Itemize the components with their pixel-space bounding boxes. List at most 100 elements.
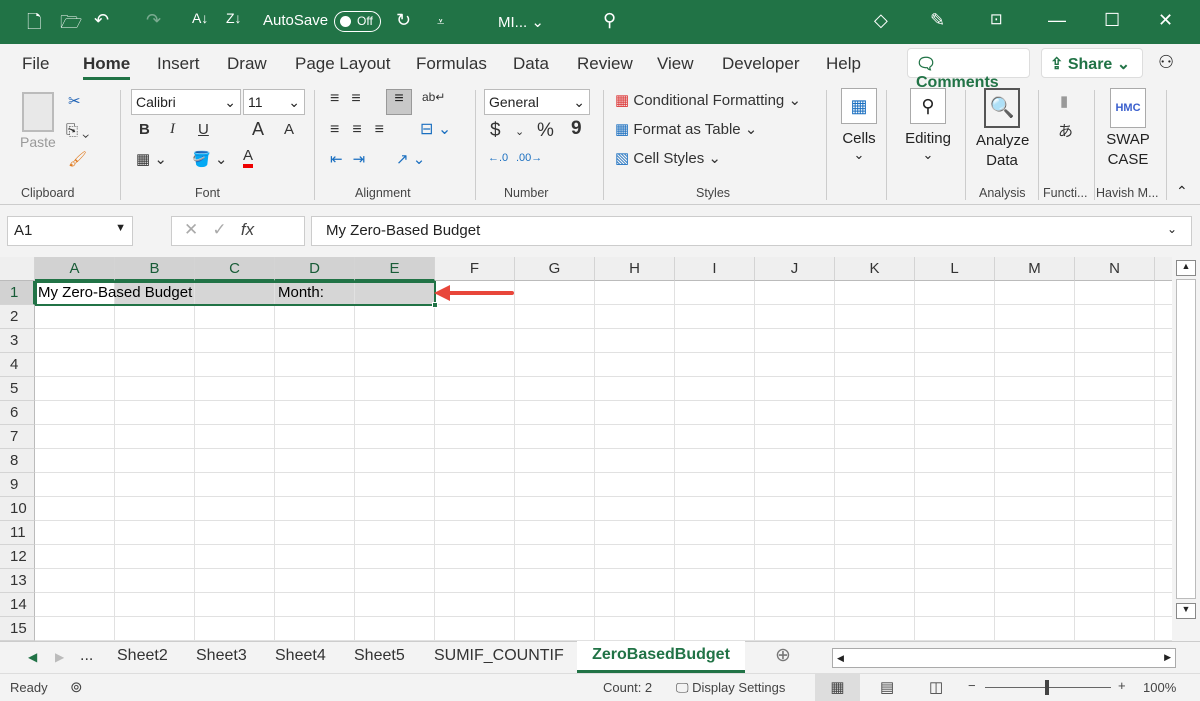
- editing-button[interactable]: ⚲ Editing ⌄: [903, 88, 953, 168]
- column-header-i[interactable]: I: [675, 257, 755, 281]
- close-icon[interactable]: ✕: [1158, 10, 1173, 31]
- zoom-out-button[interactable]: −: [968, 678, 976, 693]
- zoom-in-button[interactable]: +: [1118, 678, 1126, 693]
- column-header-h[interactable]: H: [595, 257, 675, 281]
- search-icon[interactable]: ⚲: [603, 10, 616, 31]
- tab-help[interactable]: Help: [826, 54, 861, 74]
- pen-icon[interactable]: ✎: [930, 10, 945, 31]
- grow-font-button[interactable]: A: [252, 119, 264, 140]
- new-file-icon[interactable]: 🗋: [27, 10, 41, 40]
- column-header-k[interactable]: K: [835, 257, 915, 281]
- file-name[interactable]: MI... ⌄: [498, 13, 544, 31]
- column-header-c[interactable]: C: [195, 257, 275, 281]
- format-as-table-button[interactable]: ▦ Format as Table ⌄: [615, 120, 757, 138]
- row-header-12[interactable]: 12: [0, 545, 35, 569]
- row-header-5[interactable]: 5: [0, 377, 35, 401]
- font-size-select[interactable]: 11 ⌄: [243, 89, 305, 115]
- zoom-slider-thumb[interactable]: [1045, 680, 1049, 695]
- column-header-m[interactable]: M: [995, 257, 1075, 281]
- sort-ascending-icon[interactable]: A↓: [192, 10, 208, 26]
- row-header-11[interactable]: 11: [0, 521, 35, 545]
- collapse-ribbon-icon[interactable]: ⌃: [1176, 183, 1188, 200]
- comma-button[interactable]: 9: [571, 118, 582, 140]
- row-header-8[interactable]: 8: [0, 449, 35, 473]
- row-header-7[interactable]: 7: [0, 425, 35, 449]
- horizontal-scrollbar[interactable]: ◀ ▶: [832, 648, 1176, 668]
- bold-button[interactable]: B: [139, 121, 150, 138]
- row-header-14[interactable]: 14: [0, 593, 35, 617]
- tab-formulas[interactable]: Formulas: [416, 54, 487, 74]
- tab-draw[interactable]: Draw: [227, 54, 267, 74]
- row-header-6[interactable]: 6: [0, 401, 35, 425]
- column-header-b[interactable]: B: [115, 257, 195, 281]
- column-header-d[interactable]: D: [275, 257, 355, 281]
- formula-input[interactable]: My Zero-Based Budget ⌄: [311, 216, 1192, 246]
- refresh-icon[interactable]: ↻: [396, 10, 411, 31]
- more-sheets-button[interactable]: ...: [80, 647, 93, 665]
- font-name-select[interactable]: Calibri ⌄: [131, 89, 241, 115]
- accessibility-icon[interactable]: ⊚: [70, 678, 83, 696]
- row-header-15[interactable]: 15: [0, 617, 35, 641]
- page-layout-view-icon[interactable]: ▤: [880, 678, 894, 696]
- paste-icon[interactable]: [22, 92, 54, 132]
- currency-button[interactable]: $: [490, 120, 501, 142]
- ribbon-display-icon[interactable]: ⊡: [990, 10, 1003, 28]
- font-color-button[interactable]: A: [243, 148, 254, 168]
- currency-dropdown-icon[interactable]: ⌄: [515, 125, 524, 138]
- analyze-data-button[interactable]: 🔍 Analyze Data: [972, 88, 1032, 171]
- sheet-tab-sheet3[interactable]: Sheet3: [196, 647, 247, 665]
- tab-review[interactable]: Review: [577, 54, 633, 74]
- select-all-button[interactable]: [0, 257, 35, 281]
- row-header-4[interactable]: 4: [0, 353, 35, 377]
- scroll-sheets-left-icon[interactable]: ◀: [28, 650, 37, 664]
- cells-button[interactable]: ▦ Cells ⌄: [838, 88, 880, 168]
- cell-d1[interactable]: Month:: [278, 284, 324, 301]
- column-header-j[interactable]: J: [755, 257, 835, 281]
- bottom-align-button[interactable]: ≡: [386, 89, 412, 115]
- column-header-g[interactable]: G: [515, 257, 595, 281]
- row-header-2[interactable]: 2: [0, 305, 35, 329]
- column-header-e[interactable]: E: [355, 257, 435, 281]
- enter-icon[interactable]: ✓: [212, 220, 226, 239]
- number-format-select[interactable]: General ⌄: [484, 89, 590, 115]
- zoom-slider[interactable]: [985, 680, 1111, 695]
- sort-descending-icon[interactable]: Z↓: [226, 10, 242, 26]
- orientation-icon[interactable]: ↗ ⌄: [396, 150, 425, 168]
- insert-function-icon[interactable]: fx: [241, 220, 254, 239]
- row-header-3[interactable]: 3: [0, 329, 35, 353]
- customize-icon[interactable]: ⩡: [437, 14, 444, 30]
- cell-a1[interactable]: My Zero-Based Budget: [38, 284, 192, 301]
- vertical-align-icons[interactable]: ≡≡: [330, 90, 373, 108]
- vertical-scrollbar[interactable]: ▲ ▼: [1174, 257, 1198, 641]
- percent-button[interactable]: %: [537, 120, 554, 142]
- italic-button[interactable]: I: [170, 121, 175, 138]
- conditional-formatting-button[interactable]: ▦ Conditional Formatting ⌄: [615, 91, 801, 109]
- row-header-10[interactable]: 10: [0, 497, 35, 521]
- row-header-13[interactable]: 13: [0, 569, 35, 593]
- page-break-view-icon[interactable]: ◫: [929, 678, 943, 696]
- tab-view[interactable]: View: [657, 54, 694, 74]
- tab-home[interactable]: Home: [83, 54, 131, 80]
- sheet-tab-sumif-countif[interactable]: SUMIF_COUNTIF: [434, 647, 564, 665]
- notebook-icon[interactable]: ▮: [1060, 92, 1068, 110]
- row-header-9[interactable]: 9: [0, 473, 35, 497]
- format-painter-icon[interactable]: 🖌: [68, 150, 87, 168]
- decrease-decimal-icon[interactable]: .00→: [516, 152, 542, 164]
- column-header-n[interactable]: N: [1075, 257, 1155, 281]
- tab-developer[interactable]: Developer: [722, 54, 800, 74]
- cut-icon[interactable]: ✂: [68, 92, 81, 110]
- column-header-a[interactable]: A: [35, 257, 115, 281]
- open-folder-icon[interactable]: 🗁: [60, 10, 82, 40]
- zoom-level[interactable]: 100%: [1143, 680, 1176, 695]
- scroll-sheets-right-icon[interactable]: ▶: [55, 650, 64, 664]
- indent-icons[interactable]: ⇤⇥: [330, 150, 375, 168]
- sheet-tab-sheet5[interactable]: Sheet5: [354, 647, 405, 665]
- coauthor-icon[interactable]: ⚇: [1158, 52, 1174, 73]
- horizontal-align-icons[interactable]: ≡≡≡: [330, 121, 397, 139]
- wrap-text-icon[interactable]: ab↵: [422, 90, 445, 104]
- share-button[interactable]: ⇪ Share ⌄: [1041, 48, 1143, 78]
- name-box[interactable]: A1 ▼: [7, 216, 133, 246]
- paste-button[interactable]: Paste: [20, 134, 56, 150]
- increase-decimal-icon[interactable]: ←.0: [488, 152, 508, 164]
- swap-case-button[interactable]: HMC SWAP CASE: [1104, 88, 1152, 170]
